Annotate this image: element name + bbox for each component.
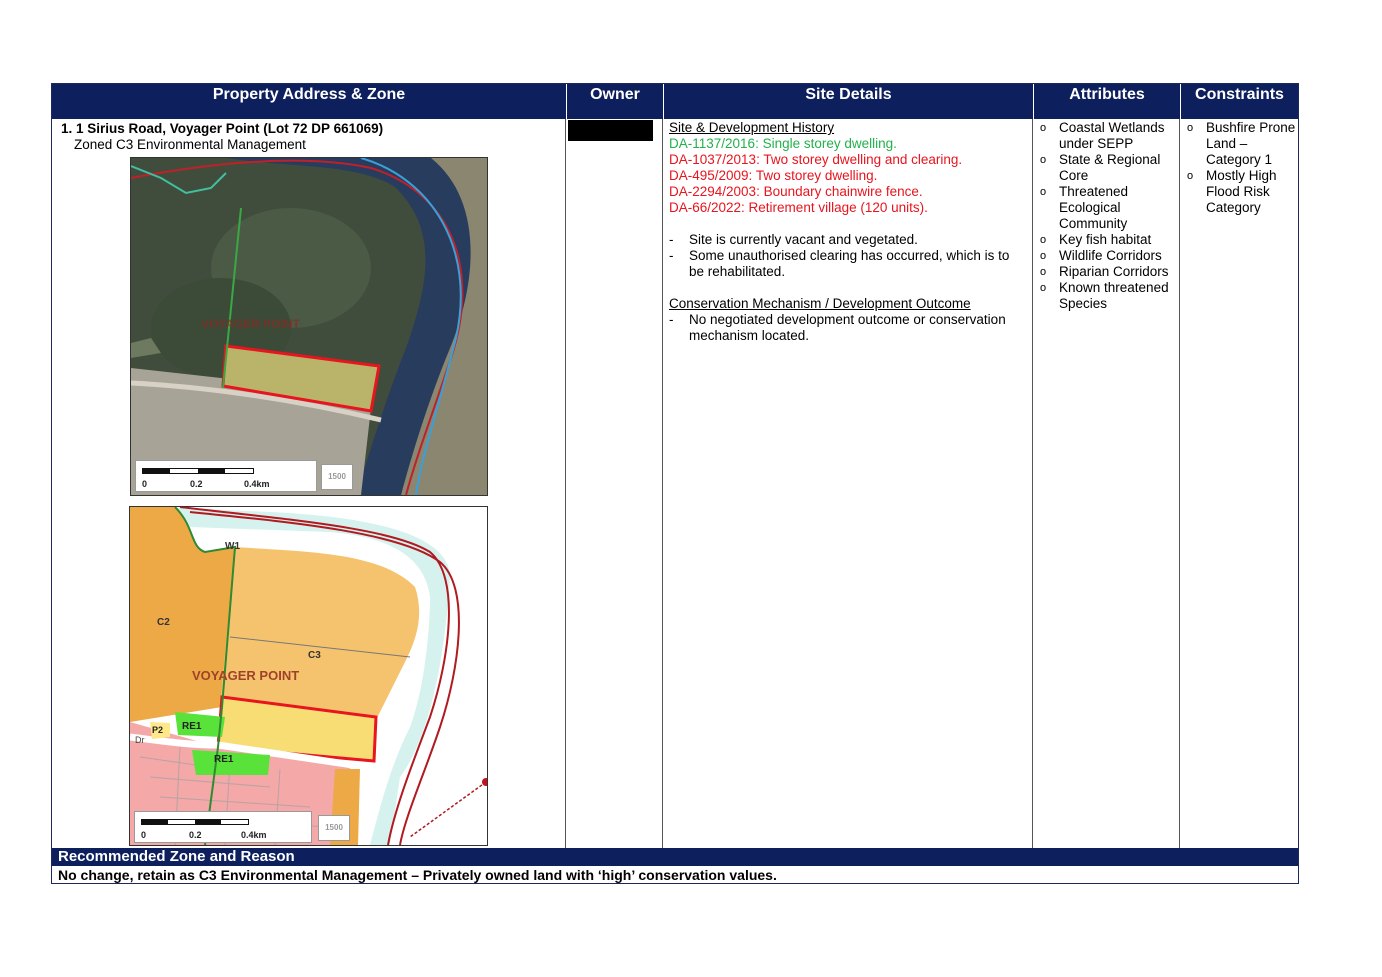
conservation-notes: No negotiated development outcome or con…	[669, 312, 1026, 344]
property-address: 1. 1 Sirius Road, Voyager Point (Lot 72 …	[61, 121, 384, 136]
zoning-scale-badge: 1500	[318, 815, 350, 841]
address-cell: 1. 1 Sirius Road, Voyager Point (Lot 72 …	[52, 119, 566, 848]
attributes-cell: Coastal Wetlands under SEPP State & Regi…	[1033, 119, 1180, 848]
constraint-item: Mostly High Flood Risk Category	[1180, 168, 1298, 216]
history-item: DA-1037/2013: Two storey dwelling and cl…	[669, 152, 963, 167]
scale-label: 0.4km	[244, 479, 270, 489]
recommendation-heading: Recommended Zone and Reason	[52, 848, 1298, 866]
header-owner: Owner	[566, 84, 663, 119]
history-item: DA-495/2009: Two storey dwelling.	[669, 168, 878, 183]
site-note: Site is currently vacant and vegetated.	[669, 232, 1026, 248]
site-details-cell: Site & Development History DA-1137/2016:…	[663, 119, 1033, 848]
scale-label: 0.2	[190, 479, 203, 489]
zoning-map-image: W1 C2 C3 VOYAGER POINT RE1 RE1 P2 Dr	[130, 507, 487, 845]
constraints-cell: Bushfire Prone Land – Category 1 Mostly …	[1180, 119, 1298, 848]
history-heading: Site & Development History	[669, 120, 835, 135]
header-attributes: Attributes	[1033, 84, 1180, 119]
conservation-heading: Conservation Mechanism / Development Out…	[669, 296, 971, 311]
constraint-item: Bushfire Prone Land – Category 1	[1180, 120, 1298, 168]
attribute-item: Threatened Ecological Community	[1033, 184, 1179, 232]
recommendation-text: No change, retain as C3 Environmental Ma…	[58, 867, 777, 883]
zone-label-re1: RE1	[214, 754, 234, 765]
zone-label-p2: P2	[152, 725, 163, 735]
attribute-item: Coastal Wetlands under SEPP	[1033, 120, 1179, 152]
scale-label: 0	[142, 479, 148, 489]
site-notes: Site is currently vacant and vegetated. …	[669, 232, 1026, 280]
property-table: Property Address & Zone Owner Site Detai…	[51, 83, 1299, 884]
constraints-list: Bushfire Prone Land – Category 1 Mostly …	[1180, 120, 1298, 216]
zoning-scale-bar: 0 0.2 0.4km	[134, 811, 312, 843]
zone-label-c2: C2	[157, 617, 170, 628]
zoning-suburb-label: VOYAGER POINT	[192, 668, 299, 683]
history-item: DA-66/2022: Retirement village (120 unit…	[669, 200, 928, 215]
scale-label: 0.2	[189, 830, 202, 840]
attribute-item: Key fish habitat	[1033, 232, 1179, 248]
history-item: DA-2294/2003: Boundary chainwire fence.	[669, 184, 923, 199]
header-address: Property Address & Zone	[52, 84, 566, 119]
zone-label-c3: C3	[308, 650, 321, 661]
scale-label: 0.4km	[241, 830, 267, 840]
aerial-map: VOYAGER POINT 0 0.2 0.4km 1500	[130, 157, 488, 496]
attribute-item: State & Regional Core	[1033, 152, 1179, 184]
aerial-scale-badge: 1500	[321, 464, 353, 490]
zone-label-re1: RE1	[182, 721, 202, 732]
header-site-details: Site Details	[663, 84, 1033, 119]
attribute-item: Known threatened Species	[1033, 280, 1179, 312]
attribute-item: Riparian Corridors	[1033, 264, 1179, 280]
street-label: Dr	[135, 735, 145, 745]
scale-label: 0	[141, 830, 147, 840]
aerial-map-image: VOYAGER POINT	[131, 158, 487, 495]
zone-label-w1: W1	[225, 541, 240, 552]
scale-bar-graphic	[141, 819, 249, 825]
history-item: DA-1137/2016: Single storey dwelling.	[669, 136, 897, 151]
zoning-map: W1 C2 C3 VOYAGER POINT RE1 RE1 P2 Dr 0 0…	[129, 506, 488, 846]
aerial-scale-bar: 0 0.2 0.4km	[135, 460, 317, 492]
redacted-owner	[568, 120, 653, 141]
property-zone: Zoned C3 Environmental Management	[74, 137, 306, 152]
site-note: Some unauthorised clearing has occurred,…	[669, 248, 1026, 280]
conservation-note: No negotiated development outcome or con…	[669, 312, 1026, 344]
owner-cell	[566, 119, 663, 848]
header-constraints: Constraints	[1180, 84, 1298, 119]
scale-bar-graphic	[142, 468, 254, 474]
attribute-item: Wildlife Corridors	[1033, 248, 1179, 264]
attributes-list: Coastal Wetlands under SEPP State & Regi…	[1033, 120, 1179, 312]
aerial-suburb-label: VOYAGER POINT	[201, 317, 301, 331]
